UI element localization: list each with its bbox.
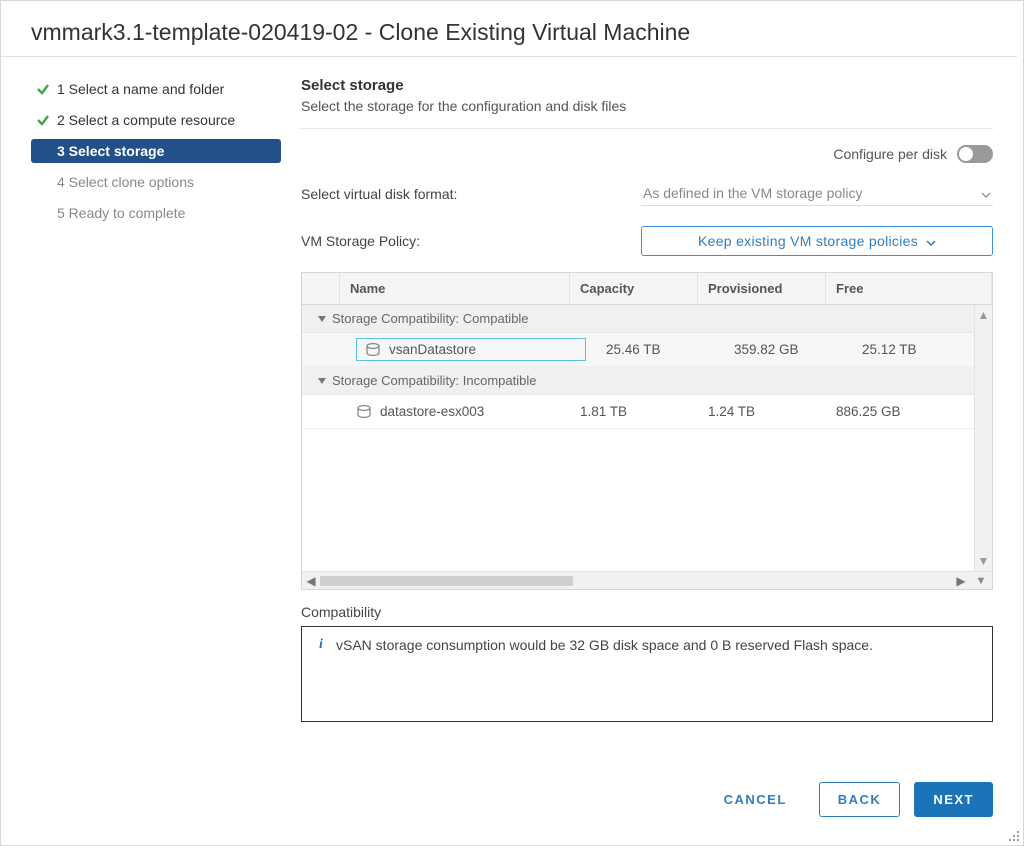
dialog-title: vmmark3.1-template-020419-02 - Clone Exi…	[1, 1, 1017, 57]
datastore-name: vsanDatastore	[389, 342, 476, 357]
compatibility-label: Compatibility	[301, 604, 993, 620]
col-provisioned[interactable]: Provisioned	[698, 273, 826, 304]
datastore-capacity: 1.81 TB	[570, 404, 698, 419]
resize-grip-icon[interactable]	[1006, 828, 1020, 842]
datastore-row[interactable]: vsanDatastore 25.46 TB 359.82 GB 25.12 T…	[302, 333, 992, 367]
wizard-step-label: 4 Select clone options	[57, 174, 194, 190]
info-icon: i	[314, 637, 328, 711]
datastore-free: 25.12 TB	[852, 342, 992, 357]
wizard-step-clone-options[interactable]: 4 Select clone options	[31, 170, 281, 194]
chevron-down-icon	[981, 185, 991, 201]
wizard-step-label: 1 Select a name and folder	[57, 81, 224, 97]
select-storage-panel: Select storage Select the storage for th…	[301, 77, 993, 762]
wizard-step-label: 2 Select a compute resource	[57, 112, 235, 128]
group-row-compatible[interactable]: Storage Compatibility: Compatible	[302, 305, 992, 333]
cancel-button[interactable]: CANCEL	[706, 783, 805, 816]
back-button[interactable]: BACK	[819, 782, 901, 817]
wizard-steps-nav: 1 Select a name and folder 2 Select a co…	[31, 77, 281, 762]
scroll-left-icon: ◀	[302, 574, 320, 588]
wizard-step-select-storage[interactable]: 3 Select storage	[31, 139, 281, 163]
clone-vm-dialog: vmmark3.1-template-020419-02 - Clone Exi…	[0, 0, 1024, 846]
col-capacity[interactable]: Capacity	[570, 273, 698, 304]
datastore-provisioned: 359.82 GB	[724, 342, 852, 357]
datastore-provisioned: 1.24 TB	[698, 404, 826, 419]
col-name[interactable]: Name	[340, 273, 570, 304]
vertical-scrollbar[interactable]: ▲ ▼	[974, 305, 992, 571]
horizontal-scrollbar[interactable]: ◀ ▶ ▼	[302, 571, 992, 589]
compatibility-box: i vSAN storage consumption would be 32 G…	[301, 626, 993, 722]
group-label: Storage Compatibility: Incompatible	[332, 373, 537, 388]
scroll-thumb[interactable]	[320, 576, 573, 586]
wizard-step-ready-complete[interactable]: 5 Ready to complete	[31, 201, 281, 225]
datastore-table: Name Capacity Provisioned Free Storage C…	[301, 272, 993, 590]
checkmark-icon	[35, 112, 51, 128]
next-button[interactable]: NEXT	[914, 782, 993, 817]
caret-down-icon	[318, 316, 326, 322]
chevron-down-icon	[926, 233, 936, 249]
disk-format-dropdown[interactable]: As defined in the VM storage policy	[641, 181, 993, 206]
datastore-row[interactable]: datastore-esx003 1.81 TB 1.24 TB 886.25 …	[302, 395, 992, 429]
scroll-right-icon: ▶	[952, 574, 970, 588]
compatibility-message: vSAN storage consumption would be 32 GB …	[336, 637, 873, 711]
col-free[interactable]: Free	[826, 273, 992, 304]
disk-format-label: Select virtual disk format:	[301, 186, 641, 202]
configure-per-disk-toggle[interactable]	[957, 145, 993, 163]
caret-down-icon	[318, 378, 326, 384]
configure-per-disk-label: Configure per disk	[833, 146, 947, 162]
disk-format-value: As defined in the VM storage policy	[643, 185, 862, 201]
group-row-incompatible[interactable]: Storage Compatibility: Incompatible	[302, 367, 992, 395]
scroll-up-icon: ▲	[978, 309, 990, 321]
table-header: Name Capacity Provisioned Free	[302, 273, 992, 305]
wizard-step-name-folder[interactable]: 1 Select a name and folder	[31, 77, 281, 101]
datastore-icon	[356, 405, 372, 419]
wizard-step-label: 5 Ready to complete	[57, 205, 185, 221]
panel-subtitle: Select the storage for the configuration…	[301, 98, 993, 129]
datastore-icon	[365, 343, 381, 357]
group-label: Storage Compatibility: Compatible	[332, 311, 529, 326]
datastore-capacity: 25.46 TB	[596, 342, 724, 357]
storage-policy-dropdown[interactable]: Keep existing VM storage policies	[641, 226, 993, 256]
datastore-free: 886.25 GB	[826, 404, 992, 419]
storage-policy-value: Keep existing VM storage policies	[698, 233, 918, 249]
storage-policy-label: VM Storage Policy:	[301, 233, 641, 249]
datastore-name: datastore-esx003	[380, 404, 484, 419]
checkmark-icon	[35, 81, 51, 97]
wizard-step-label: 3 Select storage	[57, 143, 164, 159]
scroll-more-icon: ▼	[970, 575, 992, 587]
panel-title: Select storage	[301, 77, 993, 94]
dialog-footer: CANCEL BACK NEXT	[1, 762, 1023, 845]
wizard-step-compute-resource[interactable]: 2 Select a compute resource	[31, 108, 281, 132]
scroll-down-icon: ▼	[978, 555, 990, 567]
